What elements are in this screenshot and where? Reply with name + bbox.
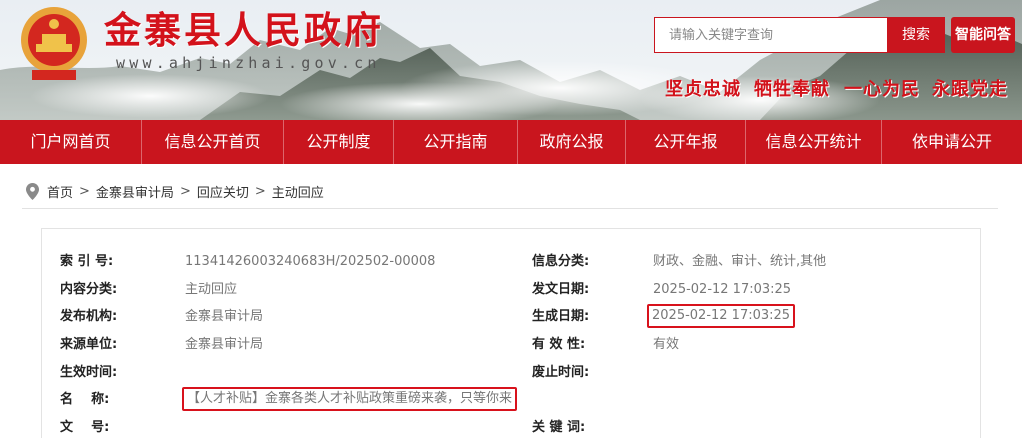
breadcrumb-separator: > xyxy=(179,183,191,199)
breadcrumb-separator: > xyxy=(79,183,90,199)
nav-item-info-home[interactable]: 信息公开首页 xyxy=(142,120,284,164)
document-number-label: 文 号: xyxy=(60,420,110,435)
breadcrumb-divider xyxy=(22,208,998,209)
breadcrumb-response[interactable]: 回应关切 xyxy=(197,182,249,201)
effective-time-label: 生效时间: xyxy=(60,365,118,380)
meta-row: 索 引 号: 11341426003240683H/202502-00008 信… xyxy=(42,252,982,272)
main-nav: 门户网首页 信息公开首页 公开制度 公开指南 政府公报 公开年报 信息公开统计 … xyxy=(0,120,1022,164)
info-category-value: 财政、金融、审计、统计,其他 xyxy=(653,254,827,269)
slogan-2: 牺牲奉献 xyxy=(754,79,830,100)
nav-item-disclosure-system[interactable]: 公开制度 xyxy=(284,120,394,164)
source-value: 金寨县审计局 xyxy=(185,337,264,352)
issue-date-value: 2025-02-12 17:03:25 xyxy=(653,282,792,297)
meta-row: 生效时间: 废止时间: xyxy=(42,363,982,383)
nav-item-annual-report[interactable]: 公开年报 xyxy=(626,120,746,164)
slogan-4: 永跟党走 xyxy=(932,79,1008,100)
header-banner: 金寨县人民政府 www.ahjinzhai.gov.cn 搜索 智能问答 坚贞忠… xyxy=(0,0,1022,120)
meta-row: 名 称: 【人才补贴】金寨各类人才补贴政策重磅来袭，只等你来 xyxy=(42,387,982,411)
location-pin-icon xyxy=(26,182,39,200)
nav-item-gov-gazette[interactable]: 政府公报 xyxy=(518,120,626,164)
slogan-3: 一心为民 xyxy=(844,79,920,100)
content-category-label: 内容分类: xyxy=(60,282,118,297)
issue-date-label: 发文日期: xyxy=(532,282,590,297)
index-number-label: 索 引 号: xyxy=(60,254,114,269)
document-meta-table: 索 引 号: 11341426003240683H/202502-00008 信… xyxy=(41,228,981,438)
source-label: 来源单位: xyxy=(60,337,118,352)
meta-row: 来源单位: 金寨县审计局 有 效 性: 有效 xyxy=(42,335,982,355)
repeal-time-label: 废止时间: xyxy=(532,365,590,380)
breadcrumb: 首页 > 金寨县审计局 > 回应关切 > 主动回应 xyxy=(26,180,324,202)
document-name-value: 【人才补贴】金寨各类人才补贴政策重磅来袭，只等你来 xyxy=(182,387,518,411)
nav-item-portal-home[interactable]: 门户网首页 xyxy=(0,120,142,164)
generate-date-value: 2025-02-12 17:03:25 xyxy=(647,304,796,328)
validity-value: 有效 xyxy=(653,337,680,352)
content-category-value: 主动回应 xyxy=(185,282,238,297)
search-button[interactable]: 搜索 xyxy=(887,17,945,53)
slogan-1: 坚贞忠诚 xyxy=(665,79,741,100)
nav-item-disclosure-guide[interactable]: 公开指南 xyxy=(394,120,518,164)
publisher-label: 发布机构: xyxy=(60,309,118,324)
breadcrumb-active-response[interactable]: 主动回应 xyxy=(272,182,324,201)
keywords-label: 关 键 词: xyxy=(532,420,586,435)
breadcrumb-audit-bureau[interactable]: 金寨县审计局 xyxy=(96,182,174,201)
search-input[interactable] xyxy=(654,17,887,53)
breadcrumb-separator: > xyxy=(254,183,266,199)
validity-label: 有 效 性: xyxy=(532,337,586,352)
meta-row: 发布机构: 金寨县审计局 生成日期: 2025-02-12 17:03:25 xyxy=(42,304,982,328)
national-emblem-icon xyxy=(21,7,87,80)
meta-row: 内容分类: 主动回应 发文日期: 2025-02-12 17:03:25 xyxy=(42,280,982,300)
index-number-value: 11341426003240683H/202502-00008 xyxy=(185,254,436,269)
meta-row: 文 号: 关 键 词: xyxy=(42,418,982,438)
info-category-label: 信息分类: xyxy=(532,254,590,269)
nav-item-statistics[interactable]: 信息公开统计 xyxy=(746,120,882,164)
document-name-label: 名 称: xyxy=(60,392,110,407)
nav-item-request-disclosure[interactable]: 依申请公开 xyxy=(882,120,1022,164)
site-url: www.ahjinzhai.gov.cn xyxy=(116,54,381,72)
publisher-value: 金寨县审计局 xyxy=(185,309,264,324)
breadcrumb-home[interactable]: 首页 xyxy=(47,182,73,201)
smart-qa-button[interactable]: 智能问答 xyxy=(951,17,1015,53)
generate-date-label: 生成日期: xyxy=(532,309,590,324)
site-title: 金寨县人民政府 xyxy=(104,9,384,52)
